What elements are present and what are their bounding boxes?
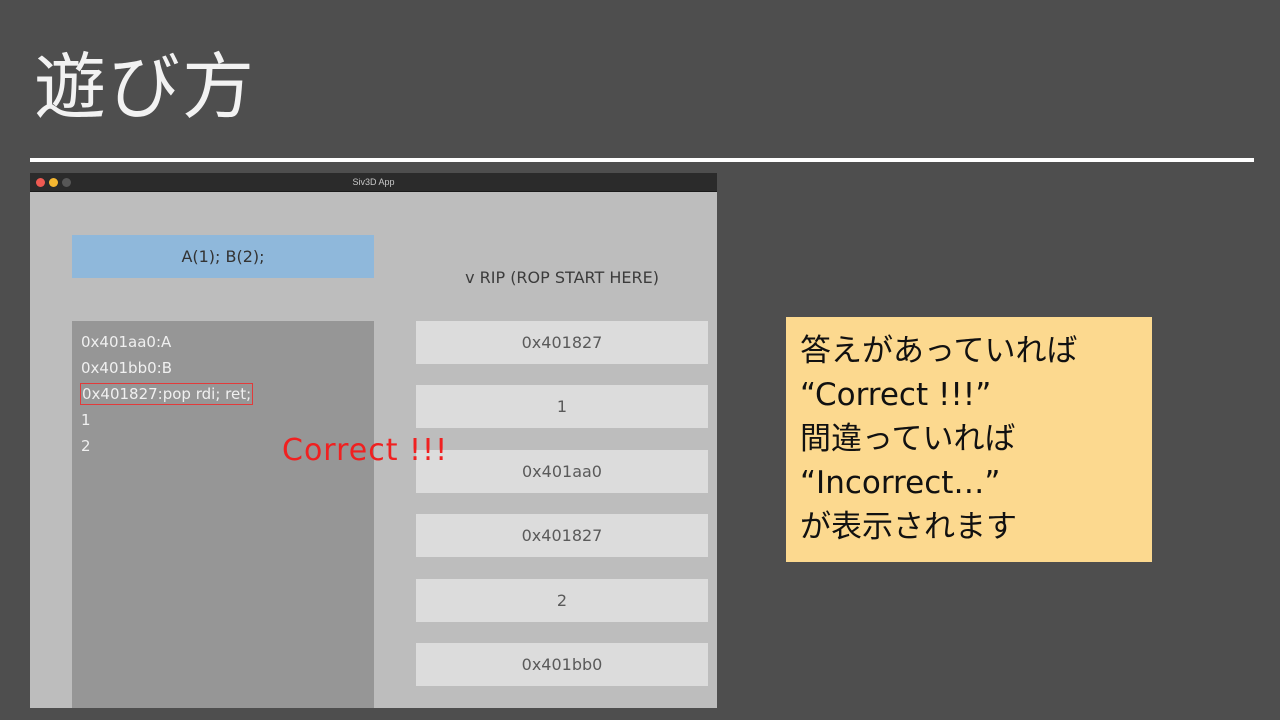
title-divider: [30, 158, 1254, 162]
result-message: Correct !!!: [282, 433, 449, 468]
gadget-item[interactable]: 0x401aa0:A: [81, 331, 171, 353]
stack-slot[interactable]: 0x401827: [416, 321, 708, 364]
gadget-item[interactable]: 2: [81, 435, 91, 457]
stack-slot[interactable]: 1: [416, 385, 708, 428]
note-line: “Incorrect…”: [800, 465, 1001, 501]
note-line: 答えがあっていれば: [800, 333, 1078, 369]
gadget-item[interactable]: 0x401bb0:B: [81, 357, 172, 379]
slide-title: 遊び方: [34, 45, 257, 129]
app-window: Siv3D App A(1); B(2); v RIP (ROP START H…: [30, 173, 717, 708]
note-line: 間違っていれば: [800, 421, 1016, 457]
gadget-item-selected[interactable]: 0x401827:pop rdi; ret;: [80, 383, 254, 405]
stack-slot[interactable]: 0x401827: [416, 514, 708, 557]
stack-slot[interactable]: 2: [416, 579, 708, 622]
stack-header: v RIP (ROP START HERE): [465, 268, 659, 287]
explanation-note: 答えがあっていれば “Correct !!!” 間違っていれば “Incorre…: [786, 317, 1152, 562]
window-titlebar[interactable]: Siv3D App: [30, 173, 717, 192]
gadget-item[interactable]: 1: [81, 409, 91, 431]
stack-slot[interactable]: 0x401bb0: [416, 643, 708, 686]
stack-slot[interactable]: 0x401aa0: [416, 450, 708, 493]
window-title: Siv3D App: [352, 177, 395, 187]
question-box: A(1); B(2);: [72, 235, 374, 278]
note-line: が表示されます: [800, 509, 1017, 545]
gadget-list-panel: 0x401aa0:A 0x401bb0:B 0x401827:pop rdi; …: [72, 321, 374, 708]
note-line: “Correct !!!”: [800, 377, 992, 413]
